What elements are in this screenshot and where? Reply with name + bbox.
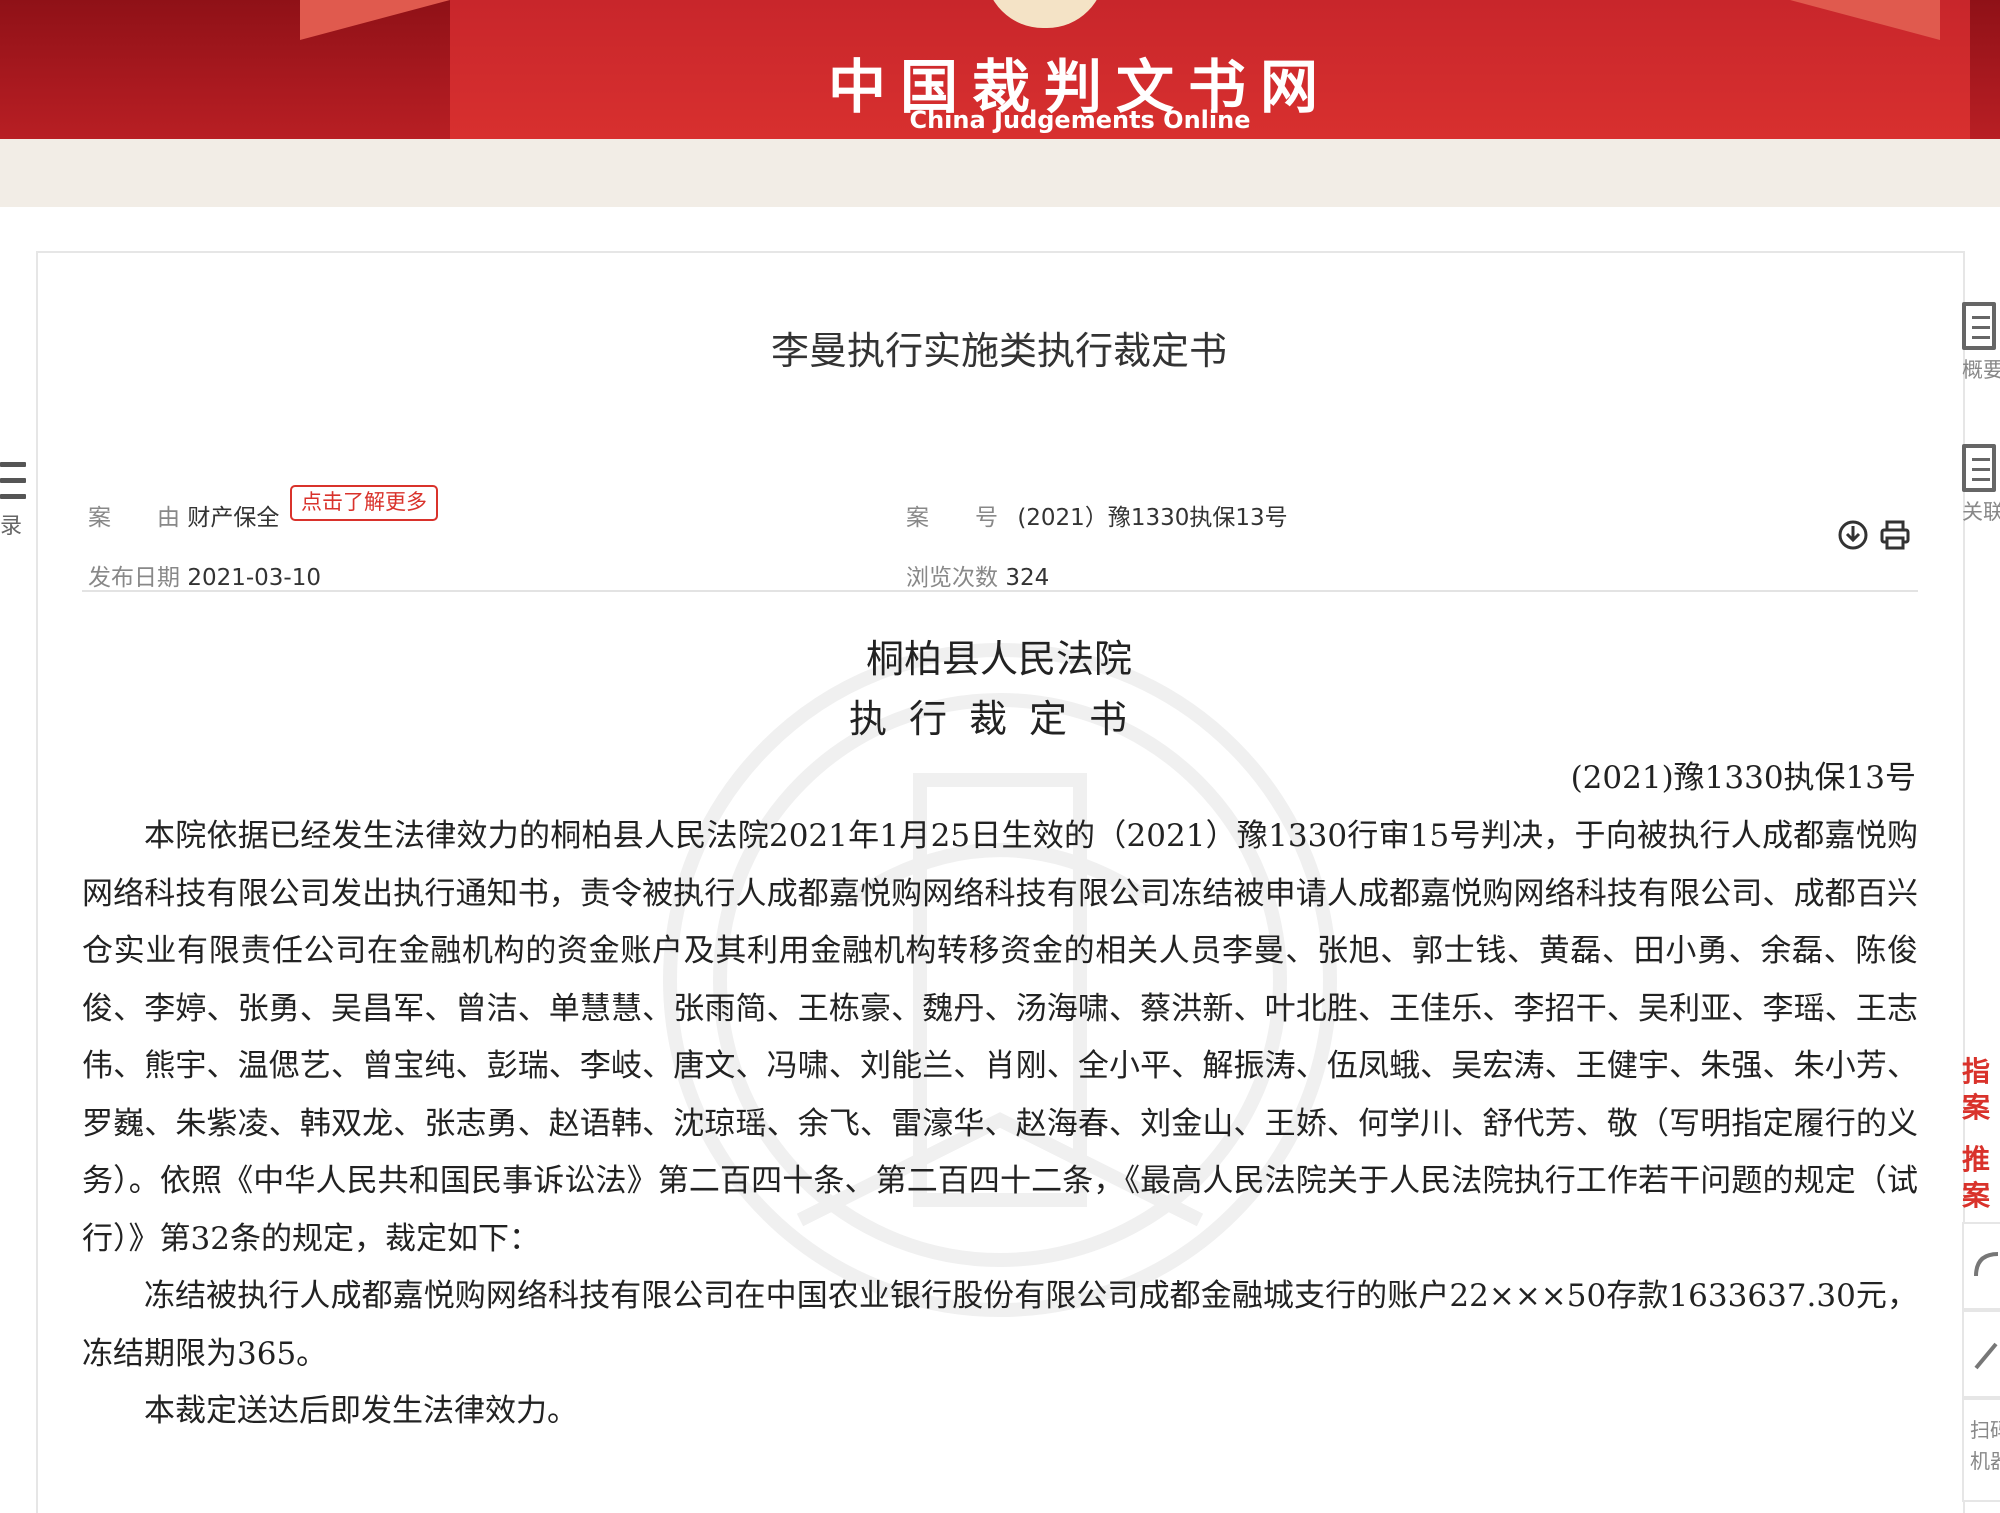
related-label: 关联 [1962,500,2000,524]
catalog-label: 录 [0,514,23,539]
download-icon[interactable] [1836,518,1870,552]
meta-views: 浏览次数 324 [906,558,1049,592]
meta-case-no: 案 号 (2021）豫1330执保13号 [906,498,1288,532]
nav-subbar [0,139,2000,207]
related-tab[interactable]: 关联 [1962,444,2000,526]
overview-label: 概要 [1962,358,2000,382]
feedback-button[interactable] [1962,1222,2000,1310]
body-paragraph-1: 本院依据已经发生法律效力的桐柏县人民法院2021年1月25日生效的（2021）豫… [82,818,1918,1257]
edit-button[interactable] [1962,1310,2000,1398]
case-reference: (2021)豫1330执保13号 [1570,760,1916,796]
meta-cause-value: 财产保全 [187,505,280,531]
headset-icon [1974,1252,1999,1277]
recommend-label-2: 案 [1962,1179,1991,1212]
document-icon [1962,444,1996,492]
site-subtitle: China Judgements Online [909,106,1251,134]
meta-views-key: 浏览次数 [906,565,998,591]
body-paragraph-2: 冻结被执行人成都嘉悦购网络科技有限公司在中国农业银行股份有限公司成都金融城支行的… [82,1278,1918,1372]
document-body: 本院依据已经发生法律效力的桐柏县人民法院2021年1月25日生效的（2021）豫… [82,808,1918,1441]
meta-case-no-value: (2021）豫1330执保13号 [1017,505,1288,531]
body-paragraph-3: 本裁定送达后即发生法律效力。 [144,1393,578,1429]
meta-date-key: 发布日期 [88,565,180,591]
site-header-banner: 中国裁判文书网 China Judgements Online [0,0,2000,139]
banner-ribbon-left [300,0,450,40]
catalog-tab[interactable]: 录 [0,460,28,540]
pencil-icon [1974,1342,1998,1370]
meta-views-value: 324 [1005,565,1050,591]
document-title: 李曼执行实施类执行裁定书 [770,329,1227,373]
scan-label-1: 扫码 [1970,1418,2000,1442]
overview-tab[interactable]: 概要 [1962,302,2000,384]
recommend-label-1: 推 [1962,1143,1991,1176]
guide-case-tab[interactable]: 指 案 [1962,1054,2000,1126]
guide-label-2: 案 [1962,1091,1991,1124]
meta-cause-key: 案 由 [88,505,180,531]
meta-cause: 案 由 财产保全 [88,498,279,532]
learn-more-link[interactable]: 点击了解更多 [290,485,438,521]
meta-divider [82,590,1918,592]
scan-label-2: 机器 [1970,1449,2000,1473]
print-icon[interactable] [1878,518,1912,552]
document-icon [1962,302,1996,350]
scan-qr-button[interactable]: 扫码 机器 [1962,1398,2000,1502]
document-type: 执行裁定书 [848,697,1149,741]
guide-label-1: 指 [1962,1055,1991,1088]
court-name: 桐柏县人民法院 [865,637,1132,681]
meta-case-no-key: 案 号 [906,505,998,531]
meta-date: 发布日期 2021-03-10 [88,558,321,592]
recommend-case-tab[interactable]: 推 案 [1962,1142,2000,1214]
menu-icon [0,460,26,504]
banner-ribbon-right [1790,0,1940,40]
meta-date-value: 2021-03-10 [187,565,321,591]
